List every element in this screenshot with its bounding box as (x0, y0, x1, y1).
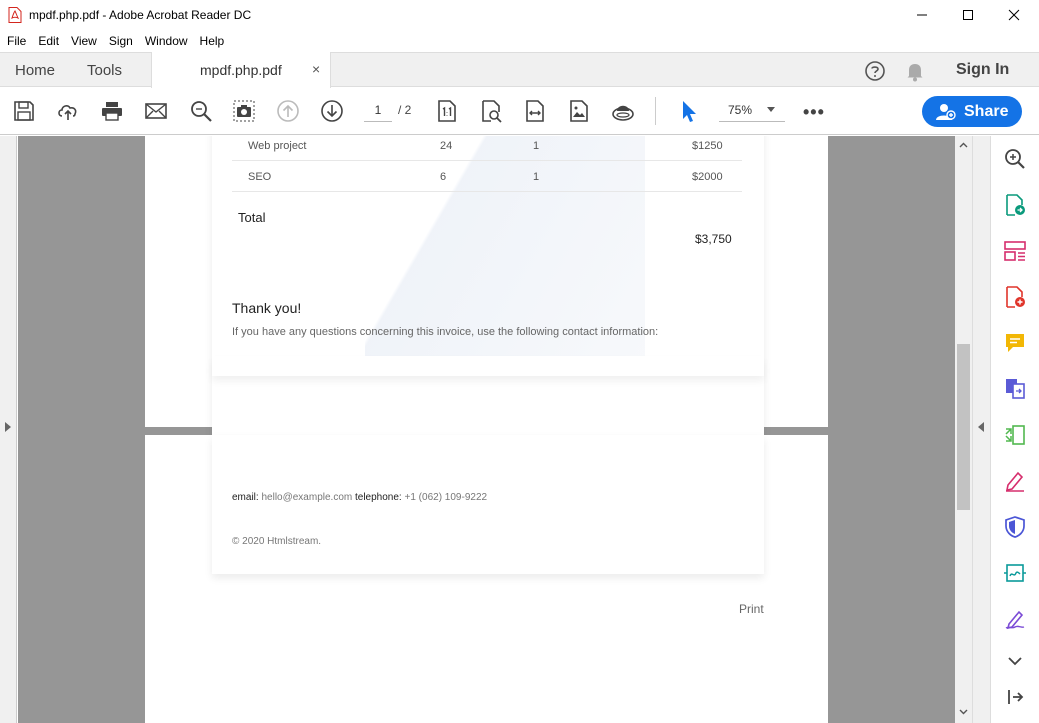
cloud-upload-icon[interactable] (56, 99, 80, 123)
comment-icon[interactable] (1003, 331, 1027, 355)
previous-page-icon[interactable] (276, 99, 300, 123)
row-qty: 1 (533, 171, 540, 183)
create-pdf-icon[interactable] (1003, 285, 1027, 309)
table-row: Web project 24 1 $1250 (232, 136, 742, 161)
combine-files-icon[interactable] (1003, 377, 1027, 401)
close-tab-button[interactable]: × (312, 61, 320, 77)
sign-pen-icon[interactable] (1003, 607, 1027, 631)
right-pane-divider[interactable] (972, 136, 990, 723)
footer-card (212, 435, 764, 574)
expand-left-pane-icon[interactable] (5, 422, 11, 432)
maximize-button[interactable] (945, 0, 991, 30)
export-pdf-icon[interactable] (1003, 193, 1027, 217)
actual-size-icon[interactable] (435, 99, 459, 123)
left-pane-collapsed[interactable] (0, 136, 17, 723)
snapshot-camera-icon[interactable] (232, 99, 256, 123)
contact-note: If you have any questions concerning thi… (232, 326, 659, 338)
scroll-up-icon[interactable] (959, 141, 968, 150)
pdf-page-2: email: hello@example.com telephone: +1 (… (145, 435, 828, 723)
row-hours: 6 (440, 171, 447, 183)
tab-tools[interactable]: Tools (87, 62, 122, 79)
vertical-scrollbar[interactable] (955, 136, 972, 723)
next-page-icon[interactable] (320, 99, 344, 123)
share-button-label: Share (964, 102, 1009, 120)
tools-pane (990, 136, 1039, 723)
menu-view[interactable]: View (71, 34, 97, 48)
email-label: email: (232, 492, 259, 503)
contact-line: email: hello@example.com telephone: +1 (… (232, 492, 487, 503)
read-aloud-icon[interactable] (611, 99, 635, 123)
menu-bar: File Edit View Sign Window Help (0, 31, 236, 51)
row-qty: 1 (533, 140, 540, 152)
sign-in-link[interactable]: Sign In (956, 61, 1009, 79)
title-bar: mpdf.php.pdf - Adobe Acrobat Reader DC (0, 0, 1039, 30)
more-options-icon[interactable]: ••• (803, 102, 825, 123)
telephone-label: telephone: (355, 492, 402, 503)
add-user-icon (936, 103, 956, 120)
tab-home[interactable]: Home (15, 62, 55, 79)
notification-bell-icon[interactable] (905, 60, 925, 82)
page-image-icon[interactable] (567, 99, 591, 123)
zoom-value: 75% (728, 103, 753, 117)
close-icon (1008, 9, 1020, 21)
chevron-down-icon[interactable] (1003, 649, 1027, 673)
document-viewport[interactable]: Web project 24 1 $1250 SEO 6 1 $2000 Tot… (18, 136, 955, 723)
maximize-icon (963, 10, 973, 20)
tab-bar: Home Tools mpdf.php.pdf × Sign In (0, 52, 1039, 88)
scroll-down-icon[interactable] (959, 707, 968, 716)
compress-pdf-icon[interactable] (1003, 423, 1027, 447)
menu-sign[interactable]: Sign (109, 34, 133, 48)
select-cursor-icon[interactable] (677, 99, 701, 123)
pdf-page-1: Web project 24 1 $1250 SEO 6 1 $2000 Tot… (145, 136, 828, 513)
page-search-icon[interactable] (479, 99, 503, 123)
menu-file[interactable]: File (7, 34, 26, 48)
zoom-dropdown[interactable]: 75% (719, 98, 785, 122)
email-icon[interactable] (144, 99, 168, 123)
print-icon[interactable] (100, 99, 124, 123)
document-tab-label: mpdf.php.pdf (200, 62, 282, 78)
toolbar: 1 / 2 75% ••• Share (0, 88, 1039, 135)
table-row: SEO 6 1 $2000 (232, 161, 742, 192)
protect-shield-icon[interactable] (1003, 515, 1027, 539)
scrollbar-thumb[interactable] (957, 344, 970, 510)
total-label: Total (238, 210, 266, 225)
collapse-tools-pane-icon[interactable] (1003, 685, 1027, 709)
menu-help[interactable]: Help (200, 34, 225, 48)
chevron-down-icon (767, 107, 775, 112)
row-item: SEO (248, 171, 272, 183)
organize-pages-icon[interactable] (1003, 239, 1027, 263)
collapse-right-pane-icon[interactable] (978, 422, 984, 432)
total-value: $3,750 (695, 232, 732, 246)
save-icon[interactable] (12, 99, 36, 123)
row-amount: $1250 (692, 140, 723, 152)
telephone-value: +1 (062) 109-9222 (404, 492, 488, 503)
find-text-icon[interactable] (189, 99, 213, 123)
email-link[interactable]: hello@example.com (261, 492, 352, 503)
thank-you-heading: Thank you! (232, 300, 302, 316)
zoom-tool-icon[interactable] (1003, 147, 1027, 171)
fill-and-sign-icon[interactable] (1003, 469, 1027, 493)
minimize-button[interactable] (899, 0, 945, 30)
send-for-signature-icon[interactable] (1003, 561, 1027, 585)
page-total: / 2 (398, 103, 412, 117)
fit-width-icon[interactable] (523, 99, 547, 123)
acrobat-pdf-icon (8, 7, 22, 23)
card-bottom-edge (212, 356, 764, 376)
minimize-icon (917, 14, 927, 16)
close-window-button[interactable] (991, 0, 1037, 30)
copyright: © 2020 Htmlstream. (232, 536, 322, 547)
tab-document[interactable]: mpdf.php.pdf × (151, 52, 331, 88)
menu-edit[interactable]: Edit (38, 34, 59, 48)
toolbar-separator (655, 97, 656, 125)
row-item: Web project (248, 140, 307, 152)
page-number-input[interactable]: 1 (364, 98, 392, 122)
row-amount: $2000 (692, 171, 723, 183)
share-button[interactable]: Share (922, 96, 1022, 127)
print-link[interactable]: Print (739, 602, 764, 616)
menu-window[interactable]: Window (145, 34, 188, 48)
window-title: mpdf.php.pdf - Adobe Acrobat Reader DC (29, 8, 252, 22)
row-hours: 24 (440, 140, 453, 152)
help-icon[interactable] (864, 60, 886, 82)
